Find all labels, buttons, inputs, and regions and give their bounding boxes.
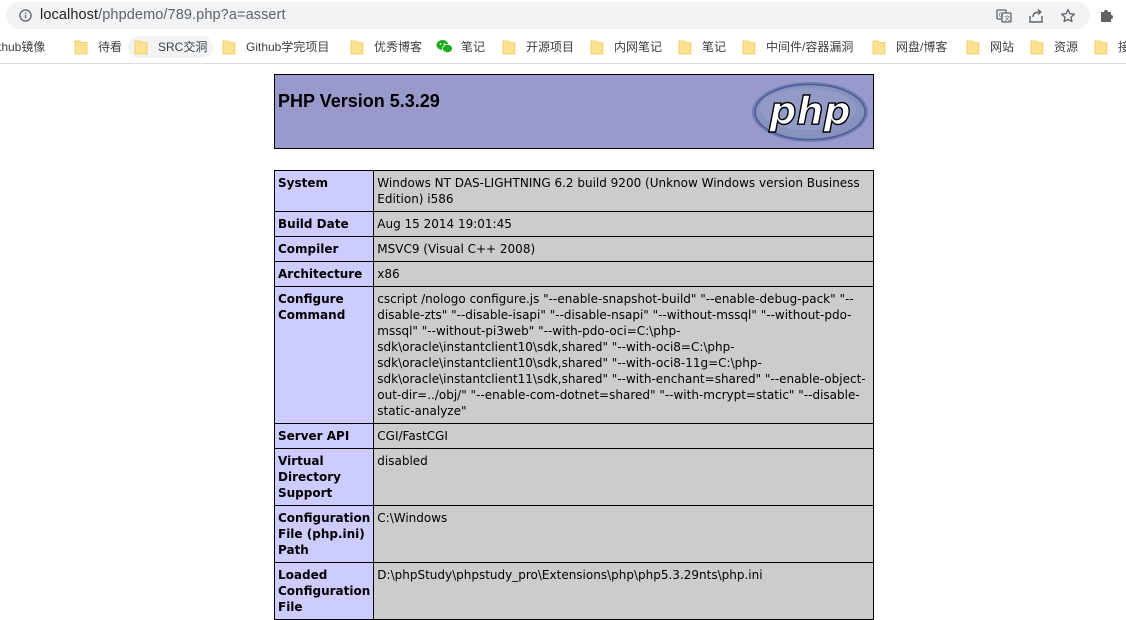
- bookmark-label: 开源项目: [526, 40, 575, 54]
- svg-text:G: G: [999, 12, 1004, 19]
- bookmark-label: 笔记: [461, 40, 486, 54]
- bookmark-label: 笔记: [702, 40, 727, 54]
- site-info-icon[interactable]: [19, 9, 32, 22]
- phpinfo-page: PHP Version 5.3.29 php System Windows NT …: [273, 74, 874, 620]
- bookmark-label: 中间件/容器漏洞: [766, 40, 854, 54]
- bookmark-folder[interactable]: 待看: [68, 36, 128, 58]
- table-row: Configure Command cscript /nologo configu…: [273, 286, 874, 424]
- folder-icon: [134, 40, 148, 55]
- bookmark-label: 优秀博客: [374, 40, 423, 54]
- bookmark-label: 网盘/博客: [896, 40, 948, 54]
- row-value: CGI/FastCGI: [373, 423, 874, 449]
- bookmark-label: thub镜像: [0, 40, 46, 54]
- folder-icon: [350, 40, 364, 55]
- php-version-banner: PHP Version 5.3.29 php: [274, 74, 874, 149]
- row-key: Virtual Directory Support: [273, 448, 375, 506]
- row-value: x86: [373, 261, 874, 287]
- row-key: Server API: [273, 423, 375, 449]
- table-row: Configuration File (php.ini) Path C:\Wind…: [273, 505, 874, 563]
- php-logo-text: php: [768, 89, 850, 133]
- translate-icon[interactable]: G 文: [996, 8, 1012, 24]
- bookmark-label: 网站: [990, 40, 1015, 54]
- folder-icon: [74, 40, 88, 55]
- bookmark-folder[interactable]: 资源: [1024, 36, 1084, 58]
- phpinfo-table: System Windows NT DAS-LIGHTNING 6.2 build…: [273, 170, 874, 620]
- table-row: Compiler MSVC9 (Visual C++ 2008): [273, 236, 874, 262]
- bookmark-label: SRC交洞: [158, 40, 208, 54]
- folder-icon: [590, 40, 604, 55]
- row-value: MSVC9 (Visual C++ 2008): [373, 236, 874, 262]
- table-row: Architecture x86: [273, 261, 874, 287]
- row-value: cscript /nologo configure.js "--enable-s…: [373, 286, 874, 424]
- extensions-puzzle-icon[interactable]: [1099, 7, 1115, 23]
- bookmark-label: Github学完项目: [246, 40, 330, 54]
- bookmark-item[interactable]: thub镜像: [0, 36, 51, 58]
- bookmark-star-icon[interactable]: [1060, 8, 1076, 24]
- bookmark-label: 内网笔记: [614, 40, 663, 54]
- omnibox[interactable]: localhost/phpdemo/789.php?a=assert G 文: [6, 2, 1090, 29]
- wechat-icon: [436, 40, 453, 54]
- row-value: C:\Windows: [373, 505, 874, 563]
- bookmark-item[interactable]: 笔记: [432, 36, 491, 58]
- bookmark-folder[interactable]: 网盘/博客: [866, 36, 953, 58]
- bookmark-folder[interactable]: 优秀博客: [344, 36, 428, 58]
- row-value: Windows NT DAS-LIGHTNING 6.2 build 9200 …: [373, 170, 874, 212]
- folder-icon: [966, 40, 980, 55]
- bookmark-folder[interactable]: 网站: [960, 36, 1020, 58]
- row-key: Architecture: [273, 261, 375, 287]
- folder-icon: [678, 40, 692, 55]
- table-row: Server API CGI/FastCGI: [273, 423, 874, 449]
- table-row: Build Date Aug 15 2014 19:01:45: [273, 211, 874, 237]
- folder-icon: [222, 40, 236, 55]
- folder-icon: [502, 40, 516, 55]
- url-host: localhost: [40, 7, 99, 23]
- folder-icon: [872, 40, 886, 55]
- row-value: D:\phpStudy\phpstudy_pro\Extensions\php\…: [373, 562, 874, 620]
- row-key: Loaded Configuration File: [273, 562, 375, 620]
- row-value: Aug 15 2014 19:01:45: [373, 211, 874, 237]
- row-key: Configure Command: [273, 286, 375, 424]
- row-value: disabled: [373, 448, 874, 506]
- table-row: Virtual Directory Support disabled: [273, 448, 874, 506]
- bookmark-folder[interactable]: 笔记: [672, 36, 732, 58]
- php-logo[interactable]: php: [751, 81, 869, 143]
- bookmark-folder[interactable]: Github学完项目: [216, 36, 335, 58]
- bookmark-folder[interactable]: 开源项目: [496, 36, 580, 58]
- row-key: Compiler: [273, 236, 375, 262]
- table-row: System Windows NT DAS-LIGHTNING 6.2 build…: [273, 170, 874, 212]
- table-row: Loaded Configuration File D:\phpStudy\php…: [273, 562, 874, 620]
- svg-text:文: 文: [1004, 15, 1010, 23]
- url-path: /phpdemo/789.php?a=assert: [98, 7, 286, 23]
- folder-icon: [742, 40, 756, 55]
- bookmarks-bar: thub镜像 待看 SRC交洞 Github学完项目 优秀博客 笔记 开源项目 …: [0, 31, 1126, 64]
- row-key: Configuration File (php.ini) Path: [273, 505, 375, 563]
- bookmark-label: 接: [1118, 36, 1126, 58]
- bookmark-folder[interactable]: 接: [1088, 36, 1126, 58]
- address-bar-container: localhost/phpdemo/789.php?a=assert G 文: [0, 0, 1126, 31]
- php-version-title: PHP Version 5.3.29: [278, 91, 440, 111]
- bookmark-folder[interactable]: SRC交洞: [128, 36, 214, 58]
- bookmark-label: 资源: [1054, 40, 1079, 54]
- share-icon[interactable]: [1028, 8, 1044, 24]
- url-text[interactable]: localhost/phpdemo/789.php?a=assert: [40, 7, 286, 23]
- folder-icon: [1094, 40, 1108, 55]
- bookmark-folder[interactable]: 中间件/容器漏洞: [736, 36, 859, 58]
- folder-icon: [1030, 40, 1044, 55]
- bookmark-folder[interactable]: 内网笔记: [584, 36, 668, 58]
- row-key: System: [273, 170, 375, 212]
- bookmark-label: 待看: [98, 40, 123, 54]
- row-key: Build Date: [273, 211, 375, 237]
